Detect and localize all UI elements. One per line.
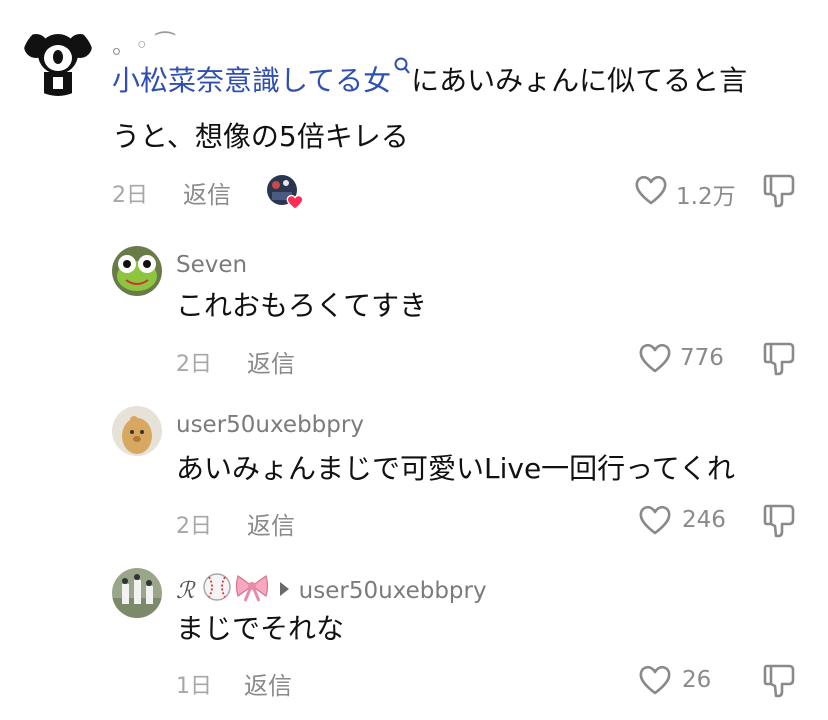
like-count: 26 <box>682 667 712 693</box>
heart-outline-icon[interactable] <box>638 342 672 374</box>
comment-4: ℛ user50uxebbpry まじでそれな 1日 返信 26 <box>0 550 828 720</box>
dislike-icon[interactable] <box>762 340 796 376</box>
mention-text: 小松菜奈意識してる女 <box>112 64 392 97</box>
username[interactable]: Seven <box>176 252 247 278</box>
reply-button[interactable]: 返信 <box>244 666 292 701</box>
comment-2: Seven これおもろくてすき 2日 返信 776 <box>0 220 828 380</box>
comment-text: これおもろくてすき <box>176 289 428 322</box>
avatar[interactable] <box>112 246 162 296</box>
heart-icon <box>286 194 304 210</box>
search-icon <box>394 57 411 74</box>
reply-button[interactable]: 返信 <box>183 175 231 210</box>
reply-target[interactable]: user50uxebbpry <box>299 578 487 604</box>
timestamp: 2日 <box>176 352 212 377</box>
timestamp: 1日 <box>176 674 212 699</box>
reply-author[interactable]: ℛ <box>176 578 194 604</box>
avatar[interactable] <box>22 24 94 96</box>
avatar[interactable] <box>112 406 162 456</box>
heart-outline-icon[interactable] <box>634 174 668 206</box>
baseball-team-avatar-icon <box>112 568 162 618</box>
comment-text-line1: にあいみょんに似てると言 <box>411 64 748 97</box>
reply-button[interactable]: 返信 <box>247 506 295 541</box>
character-avatar-icon <box>112 406 162 456</box>
heart-outline-icon[interactable] <box>638 504 672 536</box>
ribbon-emoji-icon <box>235 575 268 602</box>
username[interactable]: user50uxebbpry <box>176 412 364 438</box>
baseball-emoji-icon <box>202 573 231 601</box>
username: ℛ user50uxebbpry <box>176 572 487 604</box>
dislike-icon[interactable] <box>762 172 796 208</box>
reply-arrow-icon <box>279 582 289 596</box>
timestamp: 2日 <box>176 514 212 539</box>
reply-button[interactable]: 返信 <box>247 344 295 379</box>
frog-avatar-icon <box>112 246 162 296</box>
dislike-icon[interactable] <box>762 662 796 698</box>
comment-text: 小松菜奈意識してる女 にあいみょんに似てると言 <box>112 54 747 108</box>
like-count: 246 <box>682 507 726 533</box>
avatar[interactable] <box>112 568 162 618</box>
like-count: 1.2万 <box>676 184 736 210</box>
mention-link[interactable]: 小松菜奈意識してる女 <box>112 57 411 97</box>
like-count: 776 <box>680 345 724 371</box>
koala-avatar-icon <box>22 24 94 96</box>
reply-author-name: ℛ <box>176 578 195 604</box>
heart-outline-icon[interactable] <box>638 664 672 696</box>
comment-text: あいみょんまじで可愛いLive一回行ってくれ <box>176 452 735 485</box>
timestamp: 2日 <box>112 183 148 208</box>
comment-text-line2: うと、想像の5倍キレる <box>112 120 409 153</box>
creator-liked-badge <box>266 174 304 210</box>
dislike-icon[interactable] <box>762 502 796 538</box>
comment-1: 。◦ ⁀ 小松菜奈意識してる女 にあいみょんに似てると言 うと、想像の5倍キレる … <box>0 0 828 220</box>
comment-text: まじでそれな <box>176 612 345 645</box>
comment-3: user50uxebbpry あいみょんまじで可愛いLive一回行ってくれ 2日… <box>0 380 828 550</box>
